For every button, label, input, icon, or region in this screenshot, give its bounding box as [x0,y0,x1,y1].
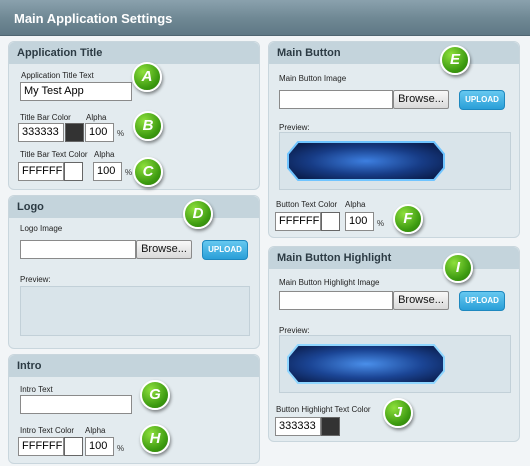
title-bar-alpha-label: Alpha [86,113,107,122]
title-bar-color-label: Title Bar Color [20,113,71,122]
title-bar-alpha-input[interactable]: 100 [85,123,114,142]
button-alpha-label: Alpha [345,200,366,209]
badge-d: D [183,199,213,229]
highlight-preview-area [279,335,511,393]
title-bar-text-color-input[interactable]: FFFFFF [18,162,64,181]
panel-title: Main Button [277,47,341,59]
highlight-text-color-swatch[interactable] [321,417,340,436]
main-button-preview-area [279,132,511,190]
intro-text-input[interactable] [20,395,132,414]
badge-b: B [133,111,163,141]
panel-header: Logo [9,196,259,218]
main-button-browse-button[interactable]: Browse... [393,90,449,109]
main-button-preview-image [287,141,445,181]
window-title-bar: Main Application Settings [0,0,530,36]
badge-a: A [132,62,162,92]
badge-f: F [393,204,423,234]
button-alpha-input[interactable]: 100 [345,212,374,231]
logo-image-path-input[interactable] [20,240,136,259]
percent-sign: % [117,444,125,453]
panel-title: Logo [17,201,44,213]
highlight-text-color-input[interactable]: 333333 [275,417,321,436]
main-button-panel: Main Button Main Button Image Browse... … [268,41,520,238]
title-bar-text-color-label: Title Bar Text Color [20,150,88,159]
main-button-upload-button[interactable]: UPLOAD [459,90,505,110]
button-text-color-label: Button Text Color [276,200,338,209]
intro-panel: Intro Intro Text Intro Text Color Alpha … [8,354,260,464]
title-bar-text-color-swatch[interactable] [64,162,83,181]
intro-text-color-label: Intro Text Color [20,426,75,435]
logo-panel: Logo Logo Image Browse... UPLOAD Preview… [8,195,260,349]
logo-upload-button[interactable]: UPLOAD [202,240,248,260]
title-bar-color-input[interactable]: 333333 [18,123,64,142]
highlight-preview-image [287,344,445,384]
percent-sign: % [377,219,385,228]
intro-text-label: Intro Text [20,385,53,394]
app-title-text-input[interactable]: My Test App [20,82,132,101]
main-button-image-label: Main Button Image [279,74,347,83]
badge-i: I [443,253,473,283]
title-bar-text-alpha-label: Alpha [94,150,115,159]
highlight-browse-button[interactable]: Browse... [393,291,449,310]
badge-h: H [140,424,170,454]
intro-alpha-label: Alpha [85,426,106,435]
intro-text-color-swatch[interactable] [64,437,83,456]
badge-e: E [440,45,470,75]
button-text-color-swatch[interactable] [321,212,340,231]
percent-sign: % [125,168,133,177]
panel-header: Main Button Highlight [269,247,519,269]
logo-preview-area [20,286,250,336]
highlight-upload-button[interactable]: UPLOAD [459,291,505,311]
panel-header: Main Button [269,42,519,64]
highlight-preview-label: Preview: [279,326,310,335]
badge-g: G [140,380,170,410]
logo-image-label: Logo Image [20,224,63,233]
window-title: Main Application Settings [14,11,173,26]
highlight-image-path-input[interactable] [279,291,393,310]
intro-text-color-input[interactable]: FFFFFF [18,437,64,456]
main-button-preview-label: Preview: [279,123,310,132]
panel-header: Application Title [9,42,259,64]
highlight-image-label: Main Button Highlight Image [279,278,380,287]
intro-alpha-input[interactable]: 100 [85,437,114,456]
main-button-image-path-input[interactable] [279,90,393,109]
badge-c: C [133,157,163,187]
percent-sign: % [117,129,125,138]
panel-header: Intro [9,355,259,377]
panel-title: Main Button Highlight [277,252,392,264]
panel-title: Application Title [17,47,103,59]
title-bar-text-alpha-input[interactable]: 100 [93,162,122,181]
title-bar-color-swatch[interactable] [65,123,84,142]
logo-browse-button[interactable]: Browse... [136,240,192,259]
badge-j: J [383,398,413,428]
panel-title: Intro [17,360,42,372]
highlight-text-color-label: Button Highlight Text Color [276,405,371,414]
button-text-color-input[interactable]: FFFFFF [275,212,321,231]
logo-preview-label: Preview: [20,275,51,284]
app-title-text-label: Application Title Text [21,71,94,80]
